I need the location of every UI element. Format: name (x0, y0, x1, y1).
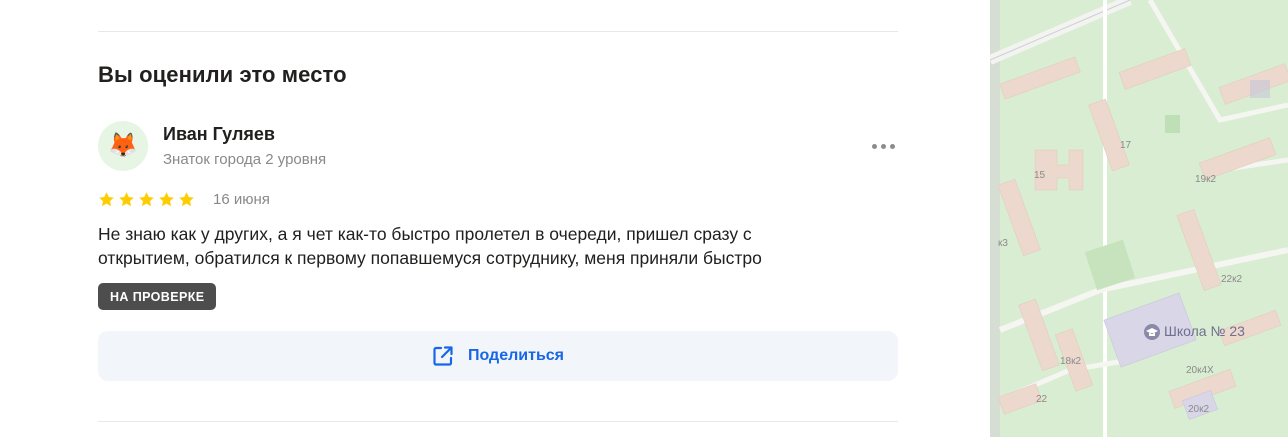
bottom-divider (98, 421, 898, 422)
status-badge: НА ПРОВЕРКЕ (98, 283, 217, 310)
author-name[interactable]: Иван Гуляев (163, 124, 275, 145)
map-label-17: 17 (1120, 140, 1132, 151)
review-date: 16 июня (213, 191, 270, 208)
star-icon (99, 192, 114, 207)
author-level: Знаток города 2 уровня (163, 151, 327, 168)
map-canvas[interactable]: 17 15 19к2 к3 22к2 18к2 20к4Х 22 20к2 Шк… (990, 0, 1288, 437)
review-text-line: Не знаю как у других, а я чет как-то быс… (98, 224, 752, 244)
rating-stars (98, 191, 195, 208)
place-review-panel: Вы оценили это место 🦊 Иван Гуляев Знато… (0, 0, 990, 437)
more-dots-icon (889, 143, 895, 149)
star-icon (119, 192, 134, 207)
map-label-22k2: 22к2 (1221, 274, 1242, 285)
review-text-line: открытием, обратился к первому попавшему… (98, 248, 762, 268)
share-label: Поделиться (467, 347, 565, 364)
star-icon (139, 192, 154, 207)
star-icon (179, 192, 194, 207)
fox-avatar-icon: 🦊 (108, 132, 138, 159)
star-icon (159, 192, 174, 207)
review-text: Не знаю как у других, а я чет как-то быс… (98, 222, 888, 270)
share-external-icon (433, 346, 453, 366)
share-button[interactable]: Поделиться (98, 331, 898, 381)
map-label-19k2: 19к2 (1195, 174, 1216, 185)
map-label-18k2: 18к2 (1060, 356, 1081, 367)
map-label-20k2: 20к2 (1188, 404, 1209, 415)
more-dots-icon (880, 143, 886, 149)
more-dots-icon (871, 143, 877, 149)
avatar[interactable]: 🦊 (98, 121, 148, 171)
more-options-button[interactable] (866, 135, 900, 157)
map-label-22: 22 (1036, 394, 1048, 405)
map-label-school: Школа № 23 (1164, 323, 1245, 339)
map-label-15: 15 (1034, 170, 1046, 181)
section-title: Вы оценили это место (98, 62, 347, 87)
map-label-20k4x: 20к4Х (1186, 365, 1214, 376)
map-view[interactable]: 17 15 19к2 к3 22к2 18к2 20к4Х 22 20к2 Шк… (990, 0, 1288, 437)
top-divider (98, 31, 898, 32)
map-label-k3: к3 (998, 238, 1008, 249)
